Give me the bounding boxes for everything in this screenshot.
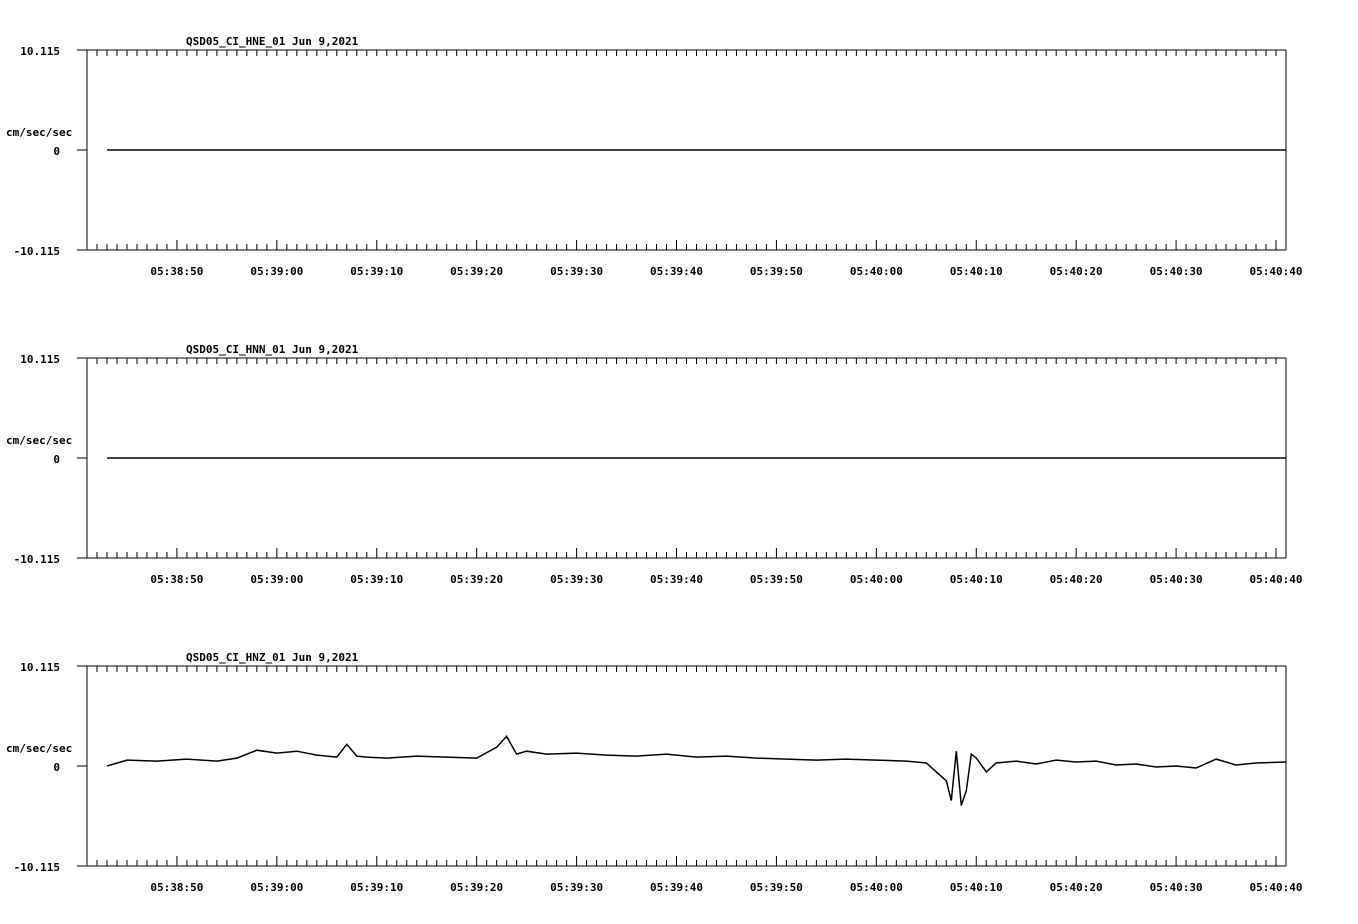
y-axis-label: cm/sec/sec <box>6 434 72 447</box>
x-tick-label: 05:39:50 <box>750 573 803 586</box>
x-tick-label: 05:39:50 <box>750 881 803 894</box>
x-tick-label: 05:40:40 <box>1250 881 1303 894</box>
panel-hnn: QSD05_CI_HNN_01 Jun 9,2021 cm/sec/sec 10… <box>6 343 1303 586</box>
x-tick-label: 05:40:20 <box>1050 265 1103 278</box>
x-tick-label: 05:40:00 <box>850 881 903 894</box>
series-line <box>106 735 1287 806</box>
panel-hne: QSD05_CI_HNE_01 Jun 9,2021 cm/sec/sec 10… <box>6 35 1303 278</box>
y-tick-zero: 0 <box>53 145 60 158</box>
panel-hnz: QSD05_CI_HNZ_01 Jun 9,2021 cm/sec/sec 10… <box>6 651 1303 894</box>
x-tick-label: 05:40:10 <box>950 573 1003 586</box>
x-tick-label: 05:40:30 <box>1150 881 1203 894</box>
x-tick-label: 05:39:40 <box>650 265 703 278</box>
y-axis-label: cm/sec/sec <box>6 126 72 139</box>
x-tick-label: 05:39:30 <box>550 265 603 278</box>
x-tick-labels: 05:38:50 05:39:00 05:39:10 05:39:20 05:39:30… <box>150 573 1302 586</box>
panel-title: QSD05_CI_HNZ_01 Jun 9,2021 <box>186 651 359 664</box>
y-tick-max: 10.115 <box>20 661 60 674</box>
y-tick-min: -10.115 <box>14 861 60 874</box>
y-axis-label: cm/sec/sec <box>6 742 72 755</box>
x-tick-label: 05:38:50 <box>150 881 203 894</box>
x-tick-label: 05:40:20 <box>1050 881 1103 894</box>
panel-title: QSD05_CI_HNE_01 Jun 9,2021 <box>186 35 359 48</box>
x-tick-label: 05:39:00 <box>250 573 303 586</box>
panel-title: QSD05_CI_HNN_01 Jun 9,2021 <box>186 343 359 356</box>
x-tick-label: 05:39:50 <box>750 265 803 278</box>
x-tick-label: 05:39:40 <box>650 573 703 586</box>
y-tick-zero: 0 <box>53 761 60 774</box>
x-tick-label: 05:38:50 <box>150 573 203 586</box>
x-tick-label: 05:39:10 <box>350 265 403 278</box>
x-tick-label: 05:40:10 <box>950 881 1003 894</box>
x-tick-label: 05:39:00 <box>250 265 303 278</box>
y-tick-max: 10.115 <box>20 353 60 366</box>
seismogram-figure: QSD05_CI_HNE_01 Jun 9,2021 cm/sec/sec 10… <box>6 35 1303 894</box>
x-tick-label: 05:39:10 <box>350 881 403 894</box>
x-tick-label: 05:40:00 <box>850 265 903 278</box>
y-tick-min: -10.115 <box>14 553 60 566</box>
x-tick-label: 05:39:30 <box>550 573 603 586</box>
x-tick-label: 05:39:20 <box>450 265 503 278</box>
x-tick-label: 05:39:00 <box>250 881 303 894</box>
x-tick-label: 05:39:30 <box>550 881 603 894</box>
x-tick-label: 05:40:30 <box>1150 573 1203 586</box>
x-tick-label: 05:40:20 <box>1050 573 1103 586</box>
x-tick-label: 05:40:00 <box>850 573 903 586</box>
trace-line <box>106 735 1287 806</box>
y-tick-max: 10.115 <box>20 45 60 58</box>
x-tick-labels: 05:38:50 05:39:00 05:39:10 05:39:20 05:39:30… <box>150 881 1302 894</box>
x-tick-label: 05:40:10 <box>950 265 1003 278</box>
x-tick-label: 05:39:20 <box>450 881 503 894</box>
y-tick-min: -10.115 <box>14 245 60 258</box>
x-tick-label: 05:38:50 <box>150 265 203 278</box>
x-tick-label: 05:39:40 <box>650 881 703 894</box>
x-tick-label: 05:39:10 <box>350 573 403 586</box>
x-tick-label: 05:40:40 <box>1250 573 1303 586</box>
plot-frame <box>77 665 1287 867</box>
x-tick-label: 05:40:30 <box>1150 265 1203 278</box>
x-tick-labels: 05:38:50 05:39:00 05:39:10 05:39:20 05:39:30… <box>150 265 1302 278</box>
x-tick-label: 05:39:20 <box>450 573 503 586</box>
x-tick-label: 05:40:40 <box>1250 265 1303 278</box>
y-tick-zero: 0 <box>53 453 60 466</box>
